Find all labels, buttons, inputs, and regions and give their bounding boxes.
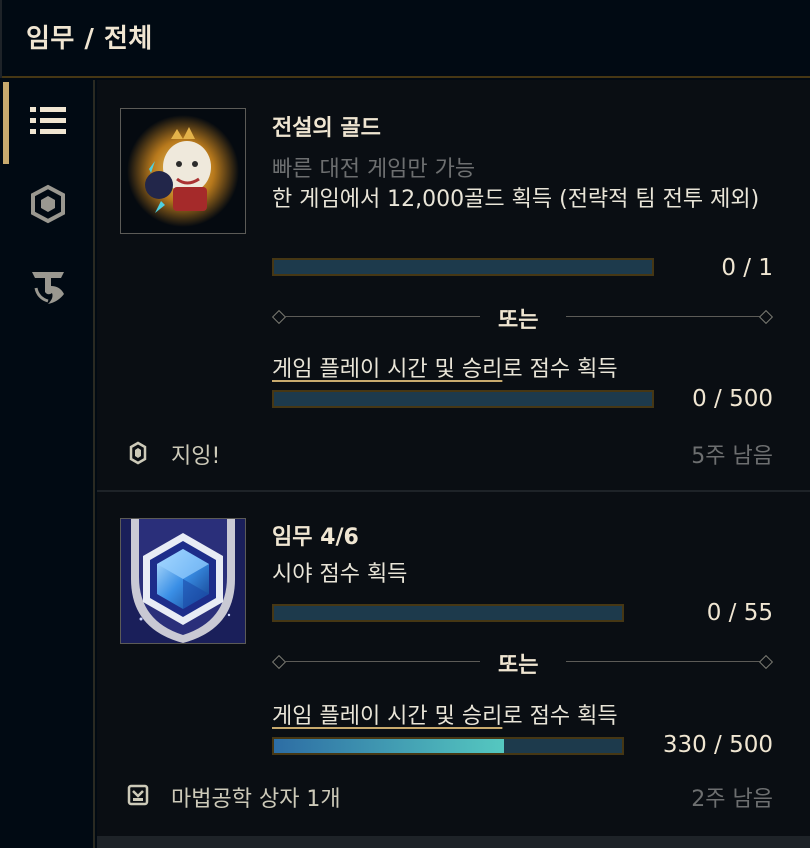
mission-card[interactable]: 임무 4/6 시야 점수 획득 0 / 55 또는 게임 플레이 시간 및 승리… [97,492,810,836]
alt-objective-link[interactable]: 게임 플레이 시간 및 승리 [272,704,502,729]
tft-icon[interactable] [28,266,68,306]
alt-objective-suffix: 로 점수 획득 [502,704,618,729]
hexagon-icon[interactable] [28,184,68,224]
mission-progress-count: 0 / 55 [706,600,773,626]
or-label: 또는 [498,653,539,678]
mission-thumbnail [120,108,246,234]
next-card-edge [97,836,810,848]
page-header: 임무 / 전체 [0,0,810,78]
divider-diamond [758,654,774,670]
mission-thumbnail [120,518,246,644]
mission-reward: 지잉! [171,444,221,469]
mission-time-left: 5주 남음 [691,444,773,469]
alt-objective-link[interactable]: 게임 플레이 시간 및 승리 [272,357,502,382]
chest-icon [127,783,149,807]
or-divider: 또는 [271,307,774,333]
or-divider: 또는 [271,652,774,678]
alt-objective: 게임 플레이 시간 및 승리로 점수 획득 [272,698,618,730]
mission-reward: 마법공학 상자 1개 [171,787,341,812]
mission-card[interactable]: 전설의 골드 빠른 대전 게임만 가능 한 게임에서 12,000골드 획득 (… [97,80,810,490]
sidebar [0,80,95,848]
alt-objective-suffix: 로 점수 획득 [502,357,618,382]
divider-line [566,661,762,662]
mission-name: 전설의 골드 [272,116,381,141]
divider-line [284,316,480,317]
alt-progress-bar [272,390,654,408]
progress-fill [274,739,504,753]
or-label: 또는 [498,308,539,333]
alt-progress-count: 0 / 500 [692,386,773,412]
mission-progress-bar [272,604,624,622]
mission-objective: 시야 점수 획득 [272,562,408,587]
alt-progress-count: 330 / 500 [662,732,773,758]
divider-diamond [271,654,287,670]
mission-objective: 한 게임에서 12,000골드 획득 (전략적 팀 전투 제외) [272,187,760,212]
mission-restriction: 빠른 대전 게임만 가능 [272,157,476,182]
alt-objective: 게임 플레이 시간 및 승리로 점수 획득 [272,351,618,383]
mission-progress-count: 0 / 1 [721,255,773,281]
mission-progress-bar [272,258,654,276]
alt-progress-bar [272,737,624,755]
mission-name: 임무 4/6 [272,525,359,550]
divider-diamond [271,309,287,325]
mission-time-left: 2주 남음 [691,787,773,812]
list-icon[interactable] [28,102,68,142]
divider-diamond [758,309,774,325]
emote-icon [127,441,149,465]
header-edge [0,0,2,78]
divider-line [284,661,480,662]
active-indicator [3,82,9,164]
mission-list: 전설의 골드 빠른 대전 게임만 가능 한 게임에서 12,000골드 획득 (… [97,80,810,848]
divider-line [566,316,762,317]
page-title: 임무 / 전체 [26,24,153,54]
